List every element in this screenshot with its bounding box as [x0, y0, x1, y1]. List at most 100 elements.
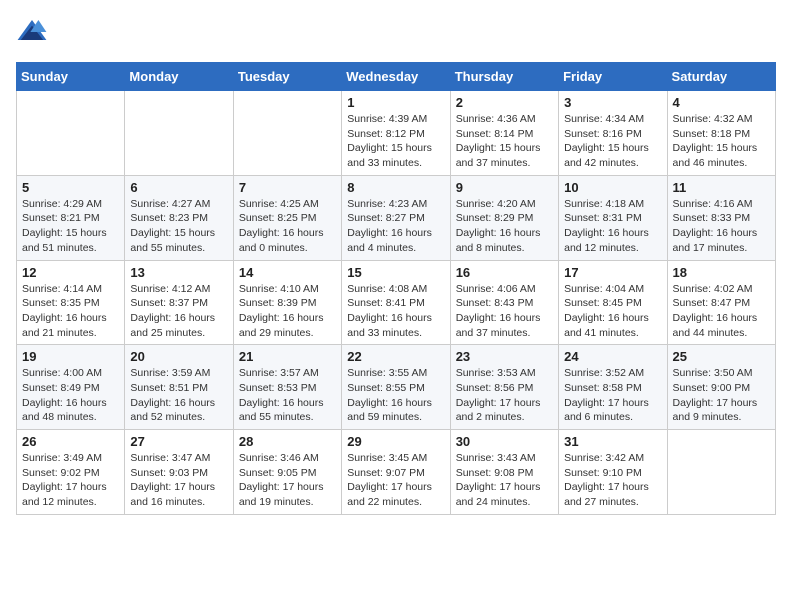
- calendar-cell: 16Sunrise: 4:06 AMSunset: 8:43 PMDayligh…: [450, 260, 558, 345]
- day-number: 19: [22, 349, 119, 364]
- day-info: Sunrise: 3:53 AMSunset: 8:56 PMDaylight:…: [456, 366, 553, 425]
- day-info: Sunrise: 3:55 AMSunset: 8:55 PMDaylight:…: [347, 366, 444, 425]
- day-number: 10: [564, 180, 661, 195]
- calendar-cell: 14Sunrise: 4:10 AMSunset: 8:39 PMDayligh…: [233, 260, 341, 345]
- day-info: Sunrise: 4:27 AMSunset: 8:23 PMDaylight:…: [130, 197, 227, 256]
- day-info: Sunrise: 4:29 AMSunset: 8:21 PMDaylight:…: [22, 197, 119, 256]
- calendar-cell: 11 Sunrise: 4:16 AMSunset: 8:33 PMDayligh…: [667, 175, 775, 260]
- day-number: 31: [564, 434, 661, 449]
- day-number: 21: [239, 349, 336, 364]
- day-info: Sunrise: 4:25 AMSunset: 8:25 PMDaylight:…: [239, 197, 336, 256]
- calendar-cell: 17 Sunrise: 4:04 AMSunset: 8:45 PMDayligh…: [559, 260, 667, 345]
- calendar-week-row: 12Sunrise: 4:14 AMSunset: 8:35 PMDayligh…: [17, 260, 776, 345]
- calendar-cell: 26 Sunrise: 3:49 AMSunset: 9:02 PMDayligh…: [17, 430, 125, 515]
- day-number: 13: [130, 265, 227, 280]
- day-info: Sunrise: 4:10 AMSunset: 8:39 PMDaylight:…: [239, 282, 336, 341]
- day-info: Sunrise: 4:34 AMSunset: 8:16 PMDaylight:…: [564, 112, 661, 171]
- day-info: Sunrise: 4:16 AMSunset: 8:33 PMDaylight:…: [673, 197, 770, 256]
- day-of-week-header: Saturday: [667, 63, 775, 91]
- day-number: 6: [130, 180, 227, 195]
- day-info: Sunrise: 4:32 AMSunset: 8:18 PMDaylight:…: [673, 112, 770, 171]
- day-number: 18: [673, 265, 770, 280]
- day-info: Sunrise: 4:00 AMSunset: 8:49 PMDaylight:…: [22, 366, 119, 425]
- calendar-cell: 6 Sunrise: 4:27 AMSunset: 8:23 PMDaylight…: [125, 175, 233, 260]
- day-number: 2: [456, 95, 553, 110]
- day-info: Sunrise: 3:42 AMSunset: 9:10 PMDaylight:…: [564, 451, 661, 510]
- calendar-cell: 12Sunrise: 4:14 AMSunset: 8:35 PMDayligh…: [17, 260, 125, 345]
- calendar-table: SundayMondayTuesdayWednesdayThursdayFrid…: [16, 62, 776, 515]
- calendar-cell: 9Sunrise: 4:20 AMSunset: 8:29 PMDaylight…: [450, 175, 558, 260]
- logo-icon: [16, 16, 48, 48]
- day-number: 22: [347, 349, 444, 364]
- calendar-cell: 10 Sunrise: 4:18 AMSunset: 8:31 PMDayligh…: [559, 175, 667, 260]
- calendar-cell: 7 Sunrise: 4:25 AMSunset: 8:25 PMDaylight…: [233, 175, 341, 260]
- calendar-cell: [667, 430, 775, 515]
- calendar-cell: 18 Sunrise: 4:02 AMSunset: 8:47 PMDayligh…: [667, 260, 775, 345]
- page-header: [16, 16, 776, 48]
- calendar-cell: 25Sunrise: 3:50 AMSunset: 9:00 PMDayligh…: [667, 345, 775, 430]
- calendar-cell: 22 Sunrise: 3:55 AMSunset: 8:55 PMDayligh…: [342, 345, 450, 430]
- day-number: 17: [564, 265, 661, 280]
- calendar-cell: 29Sunrise: 3:45 AMSunset: 9:07 PMDayligh…: [342, 430, 450, 515]
- calendar-cell: 3 Sunrise: 4:34 AMSunset: 8:16 PMDaylight…: [559, 91, 667, 176]
- day-info: Sunrise: 4:08 AMSunset: 8:41 PMDaylight:…: [347, 282, 444, 341]
- day-info: Sunrise: 3:52 AMSunset: 8:58 PMDaylight:…: [564, 366, 661, 425]
- calendar-cell: 15 Sunrise: 4:08 AMSunset: 8:41 PMDayligh…: [342, 260, 450, 345]
- day-info: Sunrise: 4:18 AMSunset: 8:31 PMDaylight:…: [564, 197, 661, 256]
- day-number: 11: [673, 180, 770, 195]
- calendar-cell: 1 Sunrise: 4:39 AMSunset: 8:12 PMDaylight…: [342, 91, 450, 176]
- day-info: Sunrise: 3:47 AMSunset: 9:03 PMDaylight:…: [130, 451, 227, 510]
- day-info: Sunrise: 4:36 AMSunset: 8:14 PMDaylight:…: [456, 112, 553, 171]
- calendar-week-row: 26 Sunrise: 3:49 AMSunset: 9:02 PMDayligh…: [17, 430, 776, 515]
- calendar-cell: 28 Sunrise: 3:46 AMSunset: 9:05 PMDayligh…: [233, 430, 341, 515]
- day-info: Sunrise: 3:50 AMSunset: 9:00 PMDaylight:…: [673, 366, 770, 425]
- day-info: Sunrise: 4:04 AMSunset: 8:45 PMDaylight:…: [564, 282, 661, 341]
- day-info: Sunrise: 4:12 AMSunset: 8:37 PMDaylight:…: [130, 282, 227, 341]
- day-number: 28: [239, 434, 336, 449]
- day-number: 29: [347, 434, 444, 449]
- calendar-cell: 31 Sunrise: 3:42 AMSunset: 9:10 PMDayligh…: [559, 430, 667, 515]
- day-number: 26: [22, 434, 119, 449]
- calendar-cell: 20Sunrise: 3:59 AMSunset: 8:51 PMDayligh…: [125, 345, 233, 430]
- day-info: Sunrise: 4:02 AMSunset: 8:47 PMDaylight:…: [673, 282, 770, 341]
- day-info: Sunrise: 3:43 AMSunset: 9:08 PMDaylight:…: [456, 451, 553, 510]
- day-number: 30: [456, 434, 553, 449]
- day-info: Sunrise: 4:20 AMSunset: 8:29 PMDaylight:…: [456, 197, 553, 256]
- day-number: 7: [239, 180, 336, 195]
- calendar-cell: 13 Sunrise: 4:12 AMSunset: 8:37 PMDayligh…: [125, 260, 233, 345]
- day-number: 8: [347, 180, 444, 195]
- calendar-cell: [17, 91, 125, 176]
- day-number: 16: [456, 265, 553, 280]
- day-number: 23: [456, 349, 553, 364]
- day-number: 24: [564, 349, 661, 364]
- day-info: Sunrise: 3:49 AMSunset: 9:02 PMDaylight:…: [22, 451, 119, 510]
- day-info: Sunrise: 3:46 AMSunset: 9:05 PMDaylight:…: [239, 451, 336, 510]
- day-number: 20: [130, 349, 227, 364]
- day-number: 15: [347, 265, 444, 280]
- day-info: Sunrise: 4:23 AMSunset: 8:27 PMDaylight:…: [347, 197, 444, 256]
- day-info: Sunrise: 4:39 AMSunset: 8:12 PMDaylight:…: [347, 112, 444, 171]
- day-of-week-header: Friday: [559, 63, 667, 91]
- calendar-cell: 21Sunrise: 3:57 AMSunset: 8:53 PMDayligh…: [233, 345, 341, 430]
- calendar-week-row: 19 Sunrise: 4:00 AMSunset: 8:49 PMDayligh…: [17, 345, 776, 430]
- calendar-week-row: 5Sunrise: 4:29 AMSunset: 8:21 PMDaylight…: [17, 175, 776, 260]
- calendar-cell: 4Sunrise: 4:32 AMSunset: 8:18 PMDaylight…: [667, 91, 775, 176]
- day-of-week-header: Sunday: [17, 63, 125, 91]
- calendar-cell: 24 Sunrise: 3:52 AMSunset: 8:58 PMDayligh…: [559, 345, 667, 430]
- day-of-week-header: Tuesday: [233, 63, 341, 91]
- logo: [16, 16, 52, 48]
- calendar-cell: 19 Sunrise: 4:00 AMSunset: 8:49 PMDayligh…: [17, 345, 125, 430]
- day-number: 12: [22, 265, 119, 280]
- day-of-week-header: Thursday: [450, 63, 558, 91]
- calendar-cell: 2 Sunrise: 4:36 AMSunset: 8:14 PMDaylight…: [450, 91, 558, 176]
- day-number: 3: [564, 95, 661, 110]
- day-number: 1: [347, 95, 444, 110]
- day-of-week-header: Wednesday: [342, 63, 450, 91]
- calendar-cell: [125, 91, 233, 176]
- day-number: 27: [130, 434, 227, 449]
- calendar-cell: 8 Sunrise: 4:23 AMSunset: 8:27 PMDaylight…: [342, 175, 450, 260]
- calendar-cell: [233, 91, 341, 176]
- calendar-cell: 30 Sunrise: 3:43 AMSunset: 9:08 PMDayligh…: [450, 430, 558, 515]
- day-of-week-header: Monday: [125, 63, 233, 91]
- calendar-cell: 27 Sunrise: 3:47 AMSunset: 9:03 PMDayligh…: [125, 430, 233, 515]
